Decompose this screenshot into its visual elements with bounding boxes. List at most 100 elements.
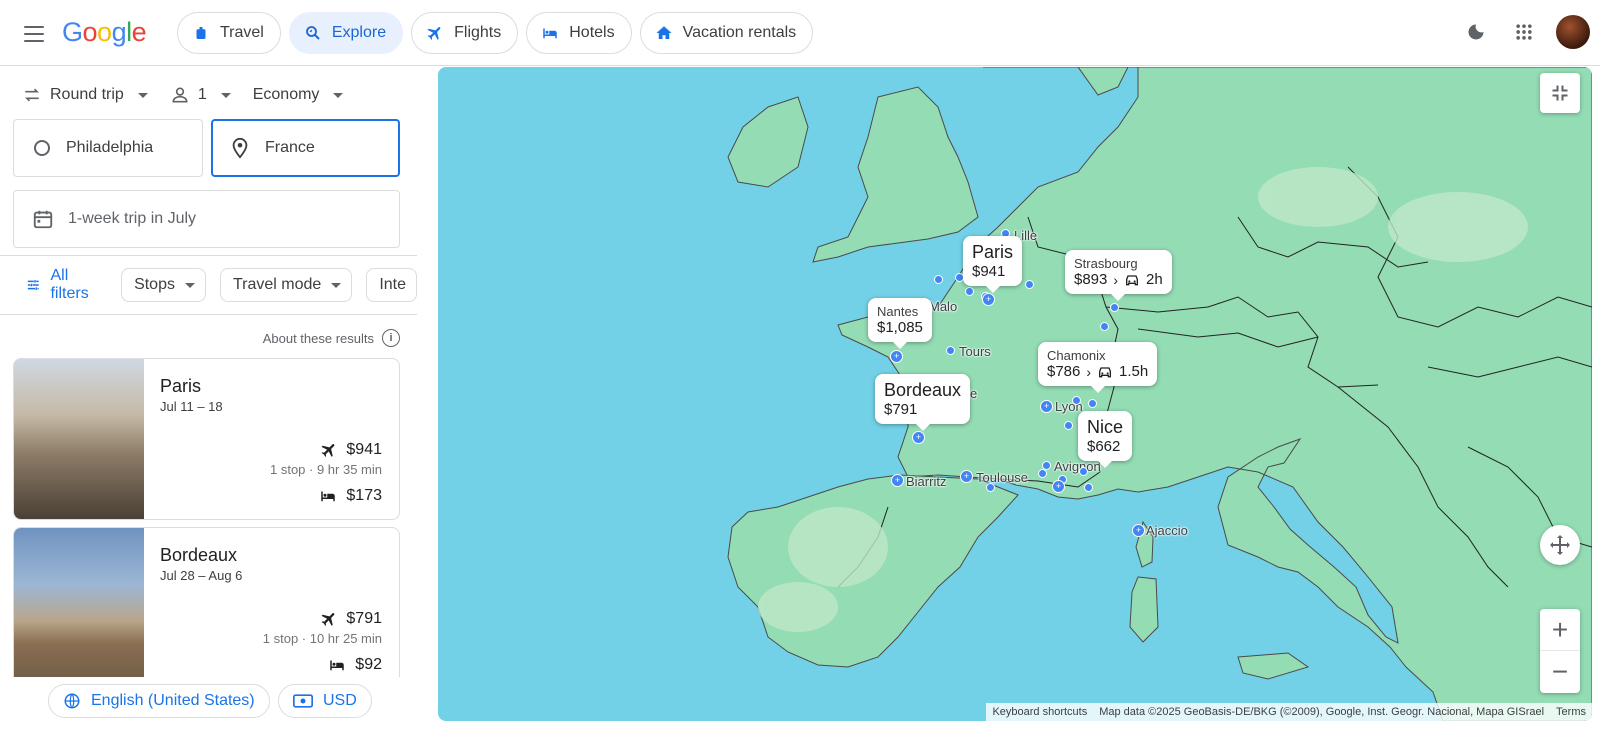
map-airport-dot[interactable]: + (1132, 524, 1145, 537)
travel-icon (196, 27, 206, 39)
origin-circle-icon (34, 140, 50, 156)
top-app-bar: Google Travel Explore Flights Hotels Vac… (0, 0, 1600, 66)
nav-hotels[interactable]: Hotels (526, 12, 632, 54)
pin-city: Bordeaux (884, 380, 962, 400)
search-panel: Round trip 1 Economy Philadelphia France… (0, 67, 417, 732)
about-results-label: About these results (262, 330, 374, 346)
map-airport-dot[interactable]: + (1040, 400, 1053, 413)
map-pin-chamonix[interactable]: Chamonix $786 › 1.5h (1038, 342, 1158, 393)
pin-price: $791 (884, 401, 918, 418)
map-pin-nice[interactable]: Nice $662 (1078, 411, 1133, 468)
car-icon (1126, 274, 1139, 285)
map-pin-bordeaux[interactable]: Bordeaux $791 (875, 374, 971, 431)
map-destination-dot[interactable] (965, 287, 974, 296)
map-pin-nantes[interactable]: Nantes $1,085 (868, 298, 932, 349)
result-city: Bordeaux (160, 545, 238, 565)
map-pin-strasbourg[interactable]: Strasbourg $893 › 2h (1065, 250, 1172, 301)
flight-price: $941 (320, 441, 382, 459)
chevron-down-icon (220, 92, 231, 98)
cabin-class-select[interactable]: Economy (245, 79, 352, 111)
chevron-down-icon (333, 92, 344, 98)
about-results[interactable]: About these results i (263, 329, 400, 347)
interests-filter-label: Inte (379, 276, 406, 293)
main-menu-button[interactable] (18, 18, 50, 50)
map-destination-dot[interactable] (1072, 396, 1081, 405)
flight-stops-duration: 1 stop · 9 hr 35 min (270, 462, 382, 477)
language-button[interactable]: English (United States) (48, 684, 270, 718)
origin-input[interactable]: Philadelphia (13, 119, 203, 177)
map-airport-dot[interactable]: + (960, 470, 973, 483)
map-destination-dot[interactable] (1064, 421, 1073, 430)
zoom-out-button[interactable]: − (1540, 651, 1580, 693)
calendar-icon (33, 210, 53, 229)
flight-price-value: $941 (346, 441, 382, 458)
map-pin-paris[interactable]: Paris $941 (963, 236, 1023, 293)
map-airport-dot[interactable]: + (891, 474, 904, 487)
person-icon (172, 87, 188, 103)
nav-travel-label: Travel (220, 24, 264, 41)
stops-filter-label: Stops (134, 276, 175, 293)
destination-input[interactable]: France (211, 119, 400, 177)
pin-city: Nice (1087, 417, 1124, 437)
dates-value: 1-week trip in July (68, 210, 197, 227)
currency-button[interactable]: USD (278, 684, 372, 718)
footer-bar: English (United States) USD (0, 677, 417, 732)
nav-vacation-rentals[interactable]: Vacation rentals (639, 12, 814, 54)
stops-filter[interactable]: Stops (121, 268, 206, 302)
all-filters-button[interactable]: All filters (26, 267, 107, 303)
destination-value: France (265, 139, 315, 156)
map-airport-dot[interactable]: + (982, 293, 995, 306)
hotel-price: $173 (318, 487, 382, 505)
account-avatar[interactable] (1556, 15, 1590, 49)
nav-flights[interactable]: Flights (411, 12, 519, 54)
passengers-select[interactable]: 1 (162, 79, 239, 111)
pin-price: $893 (1074, 271, 1108, 288)
cabin-class-value: Economy (252, 86, 320, 103)
hotel-price-value: $92 (355, 656, 382, 673)
map-destination-dot[interactable] (934, 275, 943, 284)
travel-mode-filter-label: Travel mode (232, 276, 322, 293)
zoom-in-button[interactable]: + (1540, 609, 1580, 651)
exit-fullscreen-button[interactable] (1540, 73, 1580, 113)
map-airport-dot[interactable]: + (1052, 480, 1065, 493)
pin-price-row: $893 › 2h (1074, 271, 1163, 288)
bed-icon (321, 491, 336, 502)
map-view-toggle[interactable] (1540, 525, 1580, 565)
map-airport-dot[interactable]: + (890, 350, 903, 363)
map-label-toulouse: Toulouse (976, 470, 1029, 485)
move-arrows-icon (1550, 535, 1570, 555)
pin-drive-time: 2h (1146, 271, 1163, 288)
dates-input[interactable]: 1-week trip in July (13, 190, 400, 248)
map-label-saint-malo: Malo (929, 299, 958, 314)
trip-type-value: Round trip (50, 86, 124, 103)
car-icon (1099, 366, 1112, 377)
interests-filter[interactable]: Inte (366, 268, 417, 302)
map-destination-dot[interactable] (1038, 469, 1047, 478)
map-destination-dot[interactable] (1110, 303, 1119, 312)
map-base (727, 67, 1592, 721)
chevron-down-icon (184, 282, 195, 288)
map-destination-dot[interactable] (1088, 399, 1097, 408)
explore-map[interactable]: Lille Malo Tours elle Lyon Avignon Toulo… (438, 67, 1592, 721)
map-label-avignon: Avignon (1054, 459, 1101, 474)
result-card-paris[interactable]: Paris Jul 11 – 18 $941 1 stop · 9 hr 35 … (13, 358, 400, 520)
map-destination-dot[interactable] (1025, 280, 1034, 289)
map-destination-dot[interactable] (946, 346, 955, 355)
google-logo[interactable]: Google (62, 17, 147, 48)
terms-link[interactable]: Terms (1556, 706, 1586, 718)
google-apps-button[interactable] (1504, 12, 1544, 52)
map-airport-dot[interactable]: + (912, 431, 925, 444)
map-destination-dot[interactable] (986, 483, 995, 492)
chevron-down-icon (137, 92, 148, 98)
trip-type-select[interactable]: Round trip (14, 79, 156, 111)
result-card-bordeaux[interactable]: Bordeaux Jul 28 – Aug 6 $791 1 stop · 10… (13, 527, 400, 689)
nav-travel[interactable]: Travel (177, 12, 281, 54)
map-destination-dot[interactable] (1100, 322, 1109, 331)
globe-icon (64, 693, 80, 709)
keyboard-shortcuts-link[interactable]: Keyboard shortcuts (992, 706, 1087, 718)
nav-explore[interactable]: Explore (288, 12, 404, 54)
map-destination-dot[interactable] (1079, 467, 1088, 476)
dark-theme-toggle[interactable] (1456, 12, 1496, 52)
map-destination-dot[interactable] (1084, 483, 1093, 492)
travel-mode-filter[interactable]: Travel mode (219, 268, 353, 302)
